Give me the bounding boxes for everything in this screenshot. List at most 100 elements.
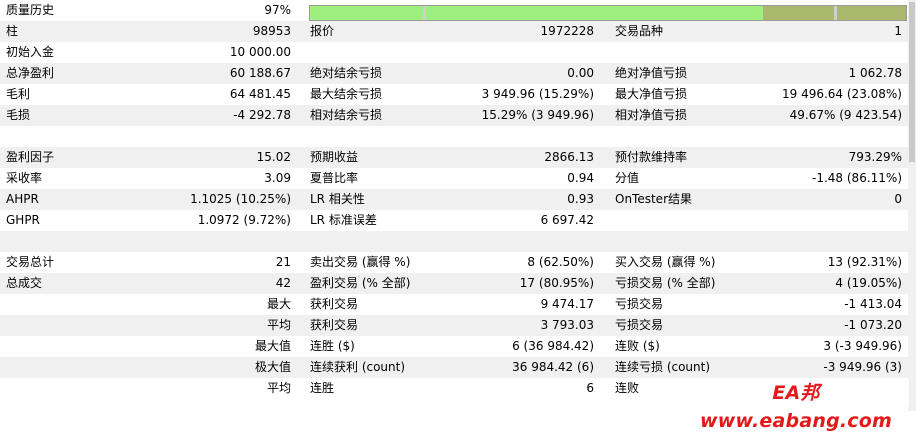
metric-label: 最大结余亏损 — [310, 87, 383, 101]
report-row: 盈利因子 15.02 预期收益 2866.13 预付款维持率 793.29% — [0, 147, 908, 168]
report-cell-c2: 绝对结余亏损 0.00 — [297, 63, 603, 84]
report-row: 毛利 64 481.45 最大结余亏损 3 949.96 (15.29%) 最大净值亏损… — [0, 84, 908, 105]
report-cell-c3 — [603, 231, 908, 252]
metric-label: 获利交易 — [310, 318, 359, 332]
metric-label: 预付款维持率 — [615, 150, 688, 164]
backtest-report: 质量历史 97% 柱 98953 报价 1972228 交易品种 1 初始入金 10 000.… — [0, 0, 908, 399]
vertical-scrollbar[interactable] — [908, 0, 916, 411]
report-cell-c2: 夏普比率 0.94 — [297, 168, 603, 189]
metric-label: LR 相关性 — [310, 192, 365, 206]
quality-segment — [837, 6, 906, 20]
report-cell-c3: 亏损交易 (% 全部) 4 (19.05%) — [603, 273, 908, 294]
report-cell-c1: 初始入金 10 000.00 — [0, 42, 297, 63]
report-cell-c3: 买入交易 (赢得 %) 13 (92.31%) — [603, 252, 908, 273]
report-cell-c2: 盈利交易 (% 全部) 17 (80.95%) — [297, 273, 603, 294]
report-cell-c1: 毛利 64 481.45 — [0, 84, 297, 105]
report-row — [0, 231, 908, 252]
report-cell-c1: 极大值 — [0, 357, 297, 378]
quality-value: 97% — [264, 3, 291, 17]
metric-label: OnTester结果 — [615, 192, 692, 206]
metric-label: 连败 — [615, 381, 640, 395]
metric-label: 最大值 — [254, 339, 291, 353]
report-row: 毛损 -4 292.78 相对结余亏损 15.29% (3 949.96) 相对净值亏损… — [0, 105, 908, 126]
metric-value: 6 697.42 — [540, 213, 594, 227]
metric-label: 总净盈利 — [6, 66, 55, 80]
metric-value: 10 000.00 — [229, 45, 291, 59]
metric-value: 42 — [275, 276, 291, 290]
report-cell-c3: 相对净值亏损 49.67% (9 423.54) — [603, 105, 908, 126]
metric-label: 预期收益 — [310, 150, 359, 164]
metric-label: 连续亏损 (count) — [615, 360, 711, 374]
metric-label: AHPR — [6, 192, 39, 206]
quality-segment — [426, 6, 763, 20]
report-cell-c3: 亏损交易 -1 413.04 — [603, 294, 908, 315]
report-cell-c1: 最大值 — [0, 336, 297, 357]
metric-value: 1.1025 (10.25%) — [190, 192, 291, 206]
report-cell-c3: OnTester结果 0 — [603, 189, 908, 210]
report-cell-c1: AHPR 1.1025 (10.25%) — [0, 189, 297, 210]
metric-label: 盈利交易 (% 全部) — [310, 276, 411, 290]
metric-label: 最大 — [266, 297, 291, 311]
metric-value: 1972228 — [540, 24, 594, 38]
metric-label: LR 标准误差 — [310, 213, 377, 227]
watermark-logo: EA邦 www.eabang.com — [683, 379, 909, 432]
report-cell-c2: 卖出交易 (赢得 %) 8 (62.50%) — [297, 252, 603, 273]
report-cell-c1 — [0, 231, 297, 252]
metric-value: 3 (-3 949.96) — [823, 339, 902, 353]
metric-value: 6 — [586, 381, 594, 395]
report-cell-c2: 连续获利 (count) 36 984.42 (6) — [297, 357, 603, 378]
metric-label: 平均 — [266, 381, 291, 395]
metric-label: 相对净值亏损 — [615, 108, 688, 122]
metric-label: 柱 — [6, 24, 19, 38]
quality-label: 质量历史 — [6, 3, 55, 17]
metric-label: 夏普比率 — [310, 171, 359, 185]
report-cell-c2: 预期收益 2866.13 — [297, 147, 603, 168]
report-cell-c3: 连败 ($) 3 (-3 949.96) — [603, 336, 908, 357]
report-cell-c3: 分值 -1.48 (86.11%) — [603, 168, 908, 189]
report-cell-c3: 最大净值亏损 19 496.64 (23.08%) — [603, 84, 908, 105]
report-cell-c2: 报价 1972228 — [297, 21, 603, 42]
report-cell-c3: 亏损交易 -1 073.20 — [603, 315, 908, 336]
metric-label: 极大值 — [254, 360, 291, 374]
quality-segment — [310, 6, 424, 20]
metric-label: 毛损 — [6, 108, 31, 122]
report-row: 柱 98953 报价 1972228 交易品种 1 — [0, 21, 908, 42]
report-cell-c3: 连续亏损 (count) -3 949.96 (3) — [603, 357, 908, 378]
metric-value: 60 188.67 — [229, 66, 291, 80]
report-cell-c2: 连胜 6 — [297, 378, 603, 399]
metric-label: 交易品种 — [615, 24, 664, 38]
metric-label: 亏损交易 (% 全部) — [615, 276, 716, 290]
metric-label: 交易总计 — [6, 255, 55, 269]
report-cell-c2: 最大结余亏损 3 949.96 (15.29%) — [297, 84, 603, 105]
report-row: 采收率 3.09 夏普比率 0.94 分值 -1.48 (86.11%) — [0, 168, 908, 189]
metric-value: -3 949.96 (3) — [823, 360, 902, 374]
metric-value: 98953 — [252, 24, 291, 38]
metric-label: 连胜 — [310, 381, 335, 395]
metric-value: 6 (36 984.42) — [512, 339, 594, 353]
report-cell-c3 — [603, 42, 908, 63]
metric-label: 亏损交易 — [615, 318, 664, 332]
metric-value: 49.67% (9 423.54) — [789, 108, 902, 122]
report-cell-c2: 相对结余亏损 15.29% (3 949.96) — [297, 105, 603, 126]
metric-label: 获利交易 — [310, 297, 359, 311]
report-cell-c1: 总净盈利 60 188.67 — [0, 63, 297, 84]
metric-label: 绝对净值亏损 — [615, 66, 688, 80]
report-cell-c1: 毛损 -4 292.78 — [0, 105, 297, 126]
metric-value: 0 — [894, 192, 902, 206]
metric-value: 4 (19.05%) — [835, 276, 902, 290]
report-cell-c2: 获利交易 9 474.17 — [297, 294, 603, 315]
report-row: 总成交 42 盈利交易 (% 全部) 17 (80.95%) 亏损交易 (% 全部) 4 … — [0, 273, 908, 294]
metric-label: 总成交 — [6, 276, 43, 290]
metric-value: 36 984.42 (6) — [512, 360, 594, 374]
metric-label: 最大净值亏损 — [615, 87, 688, 101]
report-cell-c1 — [0, 126, 297, 147]
quality-segment — [762, 6, 835, 20]
report-row: 最大 获利交易 9 474.17 亏损交易 -1 413.04 — [0, 294, 908, 315]
report-cell-c1: 柱 98953 — [0, 21, 297, 42]
scrollbar-thumb[interactable] — [909, 2, 915, 162]
metric-value: 17 (80.95%) — [519, 276, 594, 290]
metric-label: 采收率 — [6, 171, 43, 185]
quality-cell: 质量历史 97% — [0, 0, 297, 21]
metric-value: 19 496.64 (23.08%) — [781, 87, 902, 101]
metric-label: 分值 — [615, 171, 640, 185]
